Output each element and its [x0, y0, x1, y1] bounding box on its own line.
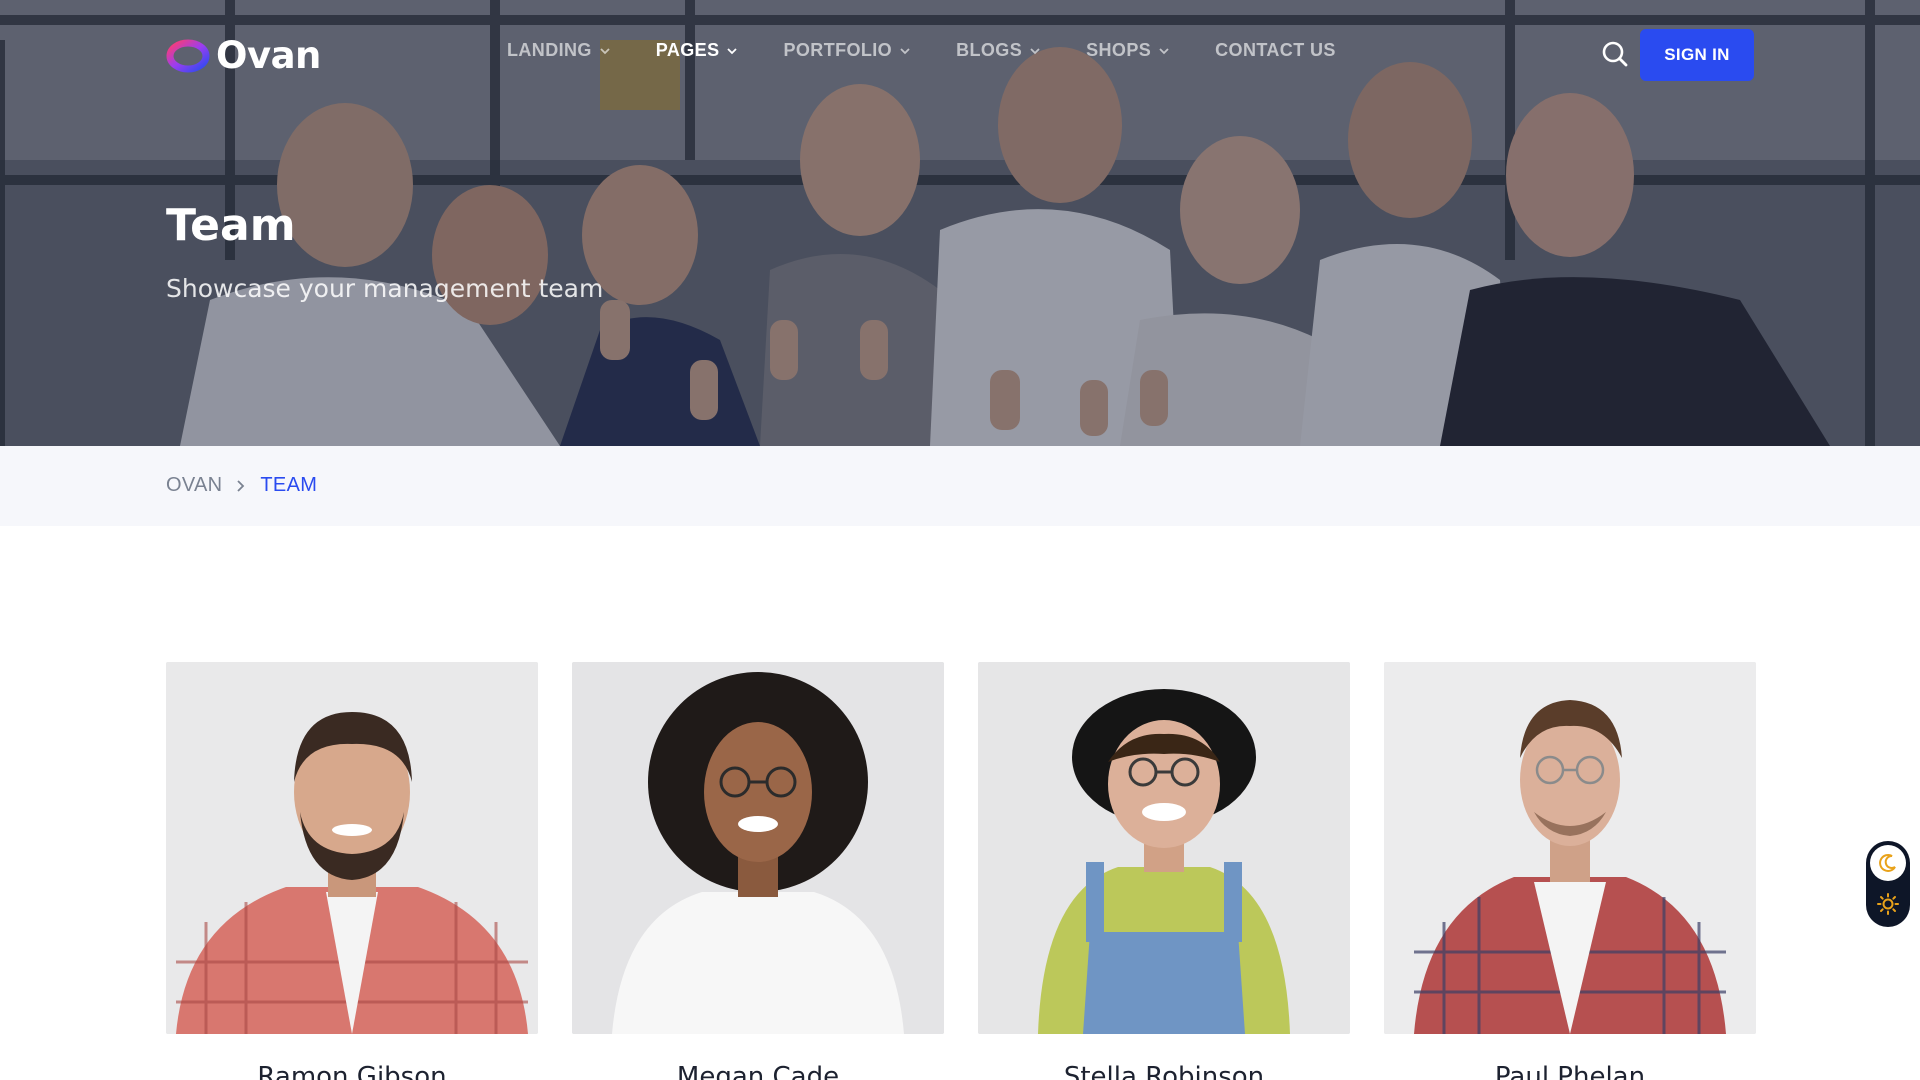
moon-icon: [1879, 854, 1896, 872]
member-photo: [978, 662, 1350, 1034]
chevron-down-icon: [600, 47, 610, 54]
brand-name: Ovan: [216, 34, 321, 77]
main-menu: LANDING PAGES PORTFOLIO BLOGS SHOPS CONT…: [507, 40, 1382, 61]
menu-item-pages[interactable]: PAGES: [656, 40, 738, 61]
member-photo: [572, 662, 944, 1034]
breadcrumb: OVAN TEAM: [166, 474, 317, 497]
chevron-down-icon: [1159, 47, 1169, 54]
team-card[interactable]: Ramon Gibson: [166, 662, 538, 1080]
menu-label: CONTACT US: [1215, 40, 1336, 60]
menu-label: LANDING: [507, 40, 592, 60]
team-card[interactable]: Stella Robinson: [978, 662, 1350, 1080]
member-photo: [166, 662, 538, 1034]
member-name: Ramon Gibson: [257, 1062, 447, 1080]
ring-logo-icon: [166, 39, 210, 72]
menu-label: PORTFOLIO: [783, 40, 893, 60]
page-subtitle: Showcase your management team: [166, 274, 604, 303]
breadcrumb-current: TEAM: [260, 474, 318, 496]
menu-item-landing[interactable]: LANDING: [507, 40, 610, 61]
menu-item-shops[interactable]: SHOPS: [1086, 40, 1169, 61]
member-name: Stella Robinson: [1063, 1062, 1265, 1080]
menu-item-portfolio[interactable]: PORTFOLIO: [783, 40, 910, 61]
team-grid: Ramon Gibson Megan Cade Stella Robinson …: [166, 662, 1756, 1080]
menu-label: PAGES: [655, 40, 720, 60]
member-name: Paul Phelan: [1494, 1062, 1646, 1080]
hero-banner: Ovan LANDING PAGES PORTFOLIO BLOGS SHOPS: [0, 0, 1920, 446]
logo[interactable]: Ovan: [166, 34, 321, 77]
chevron-right-icon: [237, 479, 245, 492]
page-title: Team: [166, 200, 296, 251]
breadcrumb-home-link[interactable]: OVAN: [166, 474, 222, 497]
theme-toggle[interactable]: [1866, 841, 1910, 927]
member-photo: [1384, 662, 1756, 1034]
menu-label: BLOGS: [956, 40, 1023, 60]
menu-item-contact-us[interactable]: CONTACT US: [1215, 40, 1336, 61]
breadcrumb-bar: OVAN TEAM: [0, 446, 1920, 526]
team-card[interactable]: Megan Cade: [572, 662, 944, 1080]
search-icon[interactable]: [1601, 40, 1629, 68]
team-card[interactable]: Paul Phelan: [1384, 662, 1756, 1080]
chevron-down-icon: [1030, 47, 1040, 54]
sign-in-button[interactable]: SIGN IN: [1640, 29, 1754, 81]
sun-icon: [1877, 893, 1899, 915]
top-nav: Ovan LANDING PAGES PORTFOLIO BLOGS SHOPS: [0, 0, 1920, 110]
menu-label: SHOPS: [1086, 40, 1152, 60]
menu-item-blogs[interactable]: BLOGS: [956, 40, 1040, 61]
member-name: Megan Cade: [676, 1062, 840, 1080]
chevron-down-icon: [727, 47, 738, 54]
chevron-down-icon: [900, 47, 910, 54]
